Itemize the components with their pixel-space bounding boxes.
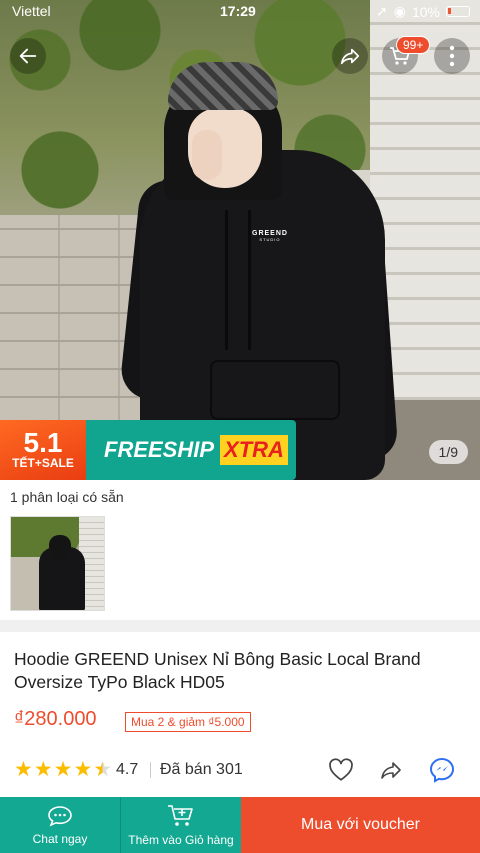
share-product-button[interactable] [377,756,405,784]
hoodie-pocket [210,360,340,420]
chat-now-label: Chat ngay [32,832,88,846]
heart-icon [329,758,353,781]
buy-with-voucher-button[interactable]: Mua với voucher [241,797,480,853]
chat-icon [48,806,72,827]
product-title: Hoodie GREEND Unisex Nỉ Bông Basic Local… [14,649,421,692]
section-divider [0,620,480,632]
share-icon [340,48,360,65]
status-right: ➚ ◉ 10% [376,3,470,20]
like-button[interactable] [327,756,355,784]
star-icon: ★ [73,758,93,781]
model-hand [192,130,222,180]
add-cart-icon [168,805,193,826]
more-icon [449,45,455,67]
location-icon: ➚ [376,3,388,19]
hoodie-logo-subtext: STUDIO [259,237,281,242]
share-button[interactable] [332,38,368,74]
share-icon [381,762,401,779]
battery-percent: 10% [411,3,440,20]
bundle-promo-tag[interactable]: Mua 2 & giảm ₫5.000 [125,712,251,732]
carrier-label: Viettel [12,3,51,19]
chat-now-button[interactable]: Chat ngay [0,797,120,853]
back-button[interactable] [10,38,46,74]
hoodie-logo-text: GREEND [252,230,288,237]
separator [150,762,151,778]
sold-count: Đã bán 301 [160,761,243,778]
star-icon: ★ [33,758,53,781]
star-icon: ★ [14,758,33,781]
tet-sale-badge: 5.1 TẾT+SALE [0,420,86,480]
alarm-icon: ◉ [393,3,406,19]
more-button[interactable] [434,38,470,74]
tet-sale-date: 5.1 [23,427,63,458]
buy-with-voucher-label: Mua với voucher [301,816,420,833]
freeship-label: FREESHIP [104,437,215,462]
battery-icon [446,6,470,17]
messenger-icon [429,757,455,783]
bottom-action-bar: Chat ngay Thêm vào Giỏ hàng Mua với vouc… [0,797,480,853]
tet-sale-label: TẾT+SALE [12,456,74,470]
image-counter: 1/9 [428,440,468,464]
star-icon: ★ [53,758,73,781]
variant-thumbnail[interactable] [10,516,105,611]
add-to-cart-button[interactable]: Thêm vào Giỏ hàng [120,797,241,853]
back-arrow-icon [19,48,37,64]
thumb-head [49,535,71,559]
rating-value: 4.7 [116,761,139,778]
status-bar: Viettel 17:29 ➚ ◉ 10% [0,0,480,22]
hoodie-string [248,210,251,350]
hoodie-logo: GREEND STUDIO [252,230,288,242]
model-photo: GREEND STUDIO [118,60,399,480]
clock: 17:29 [220,3,256,19]
model-hat [168,62,278,110]
product-price: ₫280.000 [14,708,97,730]
promo-banner: 5.1 TẾT+SALE FREESHIP XTRA [0,420,296,480]
rating-stars: ★ ★ ★ ★ ★ [14,758,113,781]
messenger-share-button[interactable] [428,756,456,784]
star-half-icon: ★ [93,758,113,781]
cart-badge: 99+ [396,36,431,54]
variant-count-label: 1 phân loại có sẵn [10,489,124,505]
add-to-cart-label: Thêm vào Giỏ hàng [128,833,234,847]
hoodie-string [225,210,228,350]
freeship-badge: FREESHIP XTRA [86,420,296,480]
xtra-label: XTRA [220,435,288,465]
